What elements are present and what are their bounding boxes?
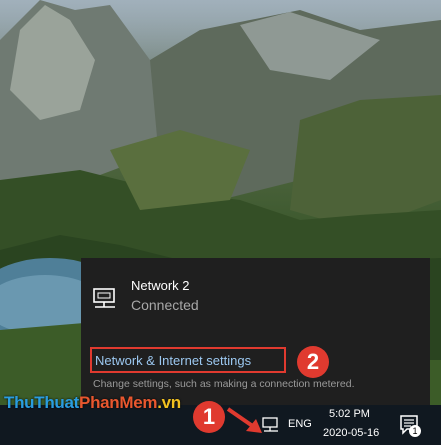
step-1-badge: 1 <box>193 401 225 433</box>
ethernet-icon <box>93 288 115 308</box>
watermark: ThuThuatPhanMem.vn <box>4 393 181 413</box>
network-status: Connected <box>131 297 199 313</box>
network-internet-settings-link[interactable]: Network & Internet settings <box>90 347 286 373</box>
network-icon[interactable] <box>262 417 280 433</box>
settings-description: Change settings, such as making a connec… <box>93 378 355 390</box>
watermark-part2: PhanMem <box>79 393 158 412</box>
settings-link-label: Network & Internet settings <box>95 353 252 368</box>
clock-time[interactable]: 5:02 PM <box>329 408 370 420</box>
step-2-badge: 2 <box>297 346 329 378</box>
watermark-part1: ThuThuat <box>4 393 80 412</box>
language-indicator[interactable]: ENG <box>288 418 312 430</box>
network-flyout: Network 2 Connected Network & Internet s… <box>81 258 430 405</box>
red-arrow-icon <box>226 407 262 433</box>
watermark-part3: .vn <box>157 393 181 412</box>
network-entry[interactable]: Network 2 Connected <box>81 258 430 318</box>
notification-count-badge: 1 <box>409 425 421 437</box>
network-name: Network 2 <box>131 278 190 293</box>
clock-date[interactable]: 2020-05-16 <box>323 427 379 439</box>
